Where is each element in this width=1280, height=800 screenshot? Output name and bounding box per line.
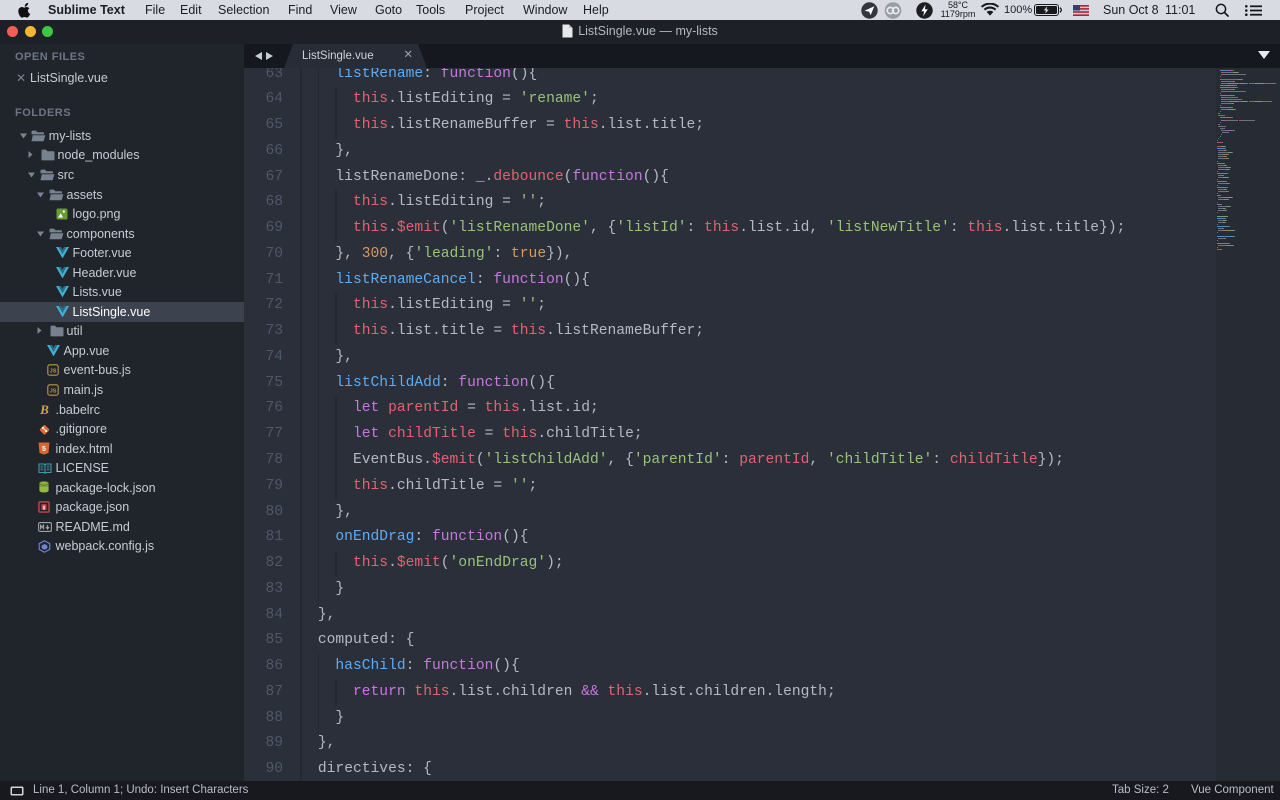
svg-text:JS: JS <box>49 389 56 395</box>
svg-text:5: 5 <box>42 446 46 453</box>
svg-text:JS: JS <box>49 369 56 375</box>
svg-text:B: B <box>39 403 49 416</box>
